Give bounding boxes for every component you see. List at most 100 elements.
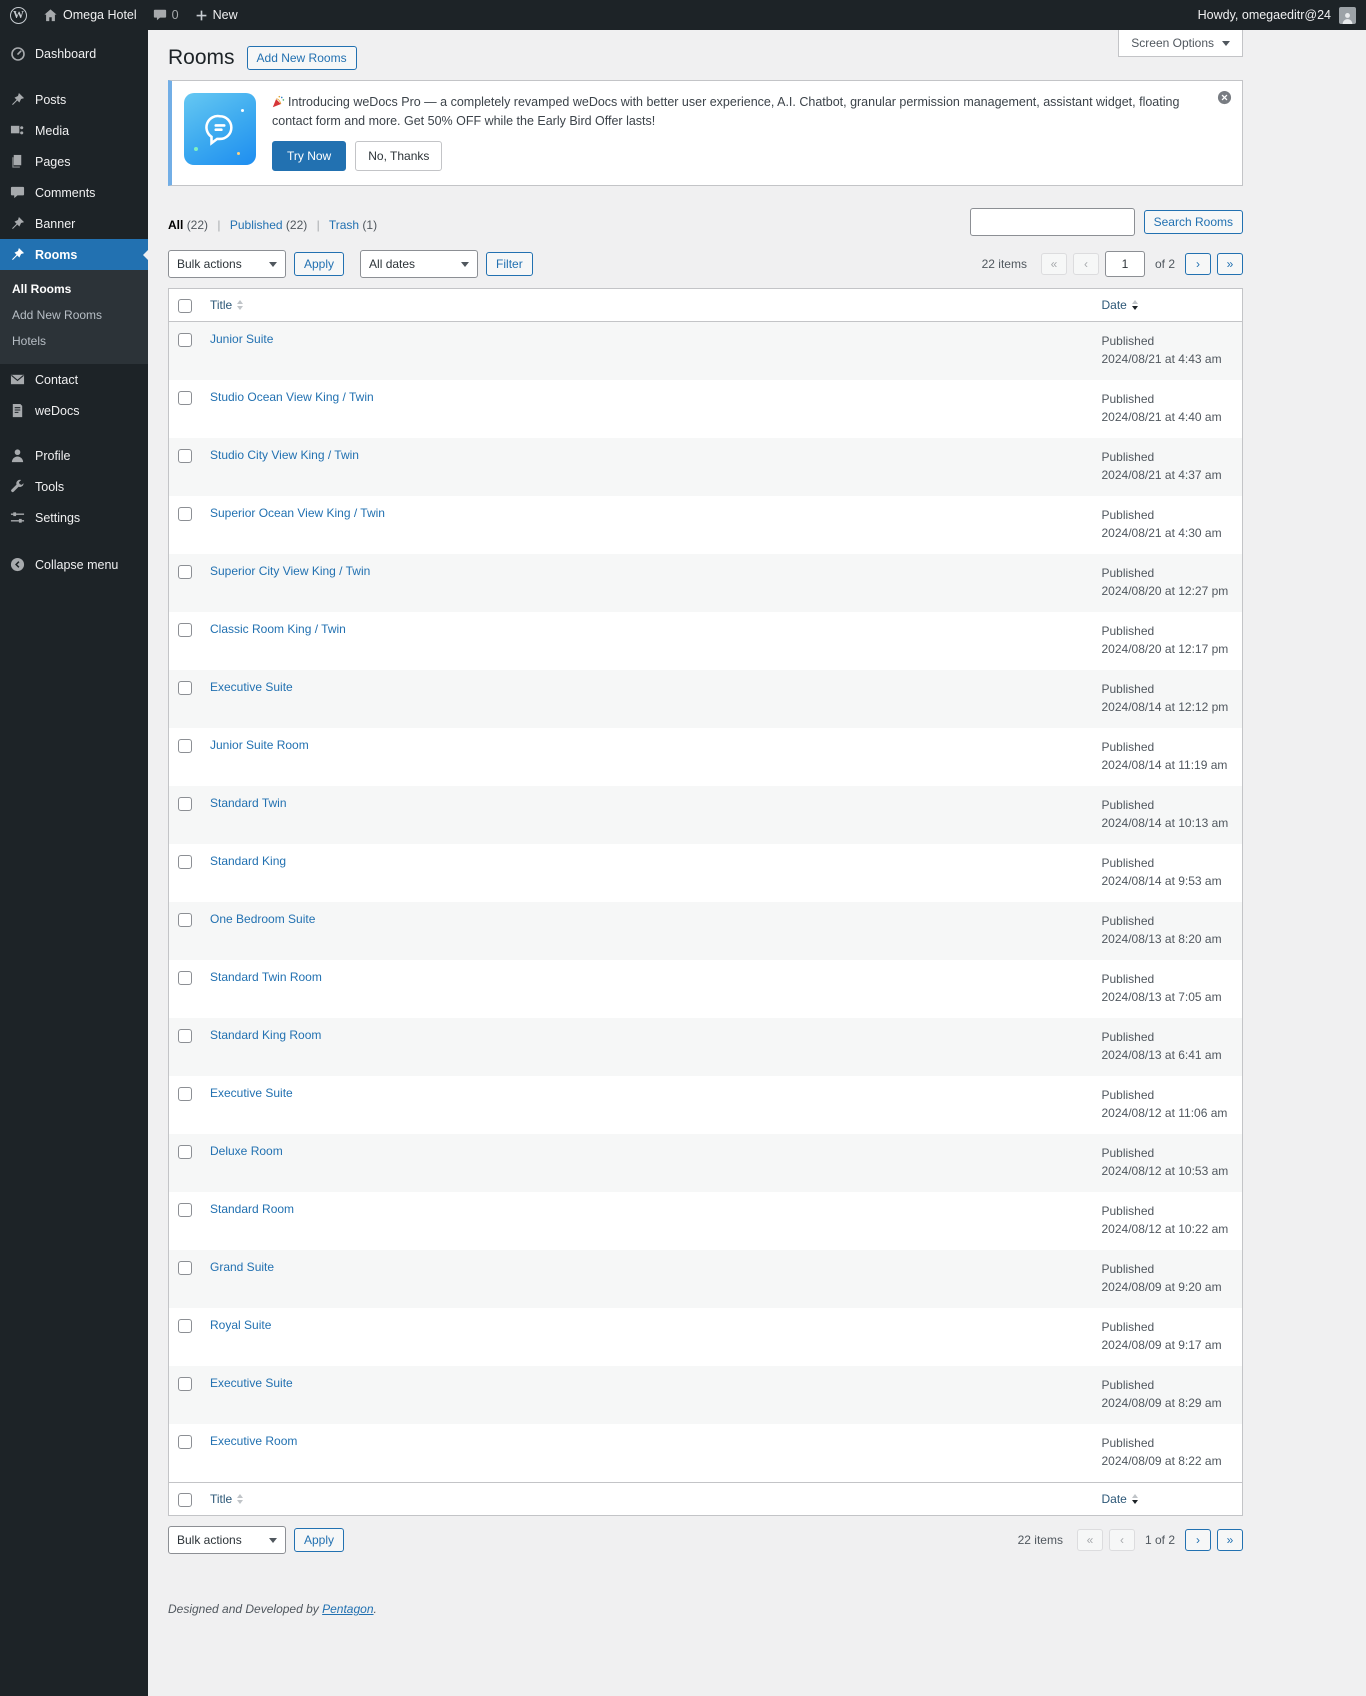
dates-filter-select[interactable]: All dates [360, 250, 479, 279]
row-status: Published [1101, 1320, 1155, 1335]
next-page-button[interactable]: › [1185, 253, 1211, 276]
sidebar-item-posts[interactable]: Posts [0, 84, 148, 115]
filter-all-link[interactable]: All [168, 218, 183, 232]
room-title-link[interactable]: Deluxe Room [210, 1144, 283, 1158]
select-all-checkbox[interactable] [178, 298, 192, 313]
row-checkbox[interactable] [178, 797, 192, 812]
row-checkbox[interactable] [178, 507, 192, 522]
room-title-link[interactable]: Grand Suite [210, 1260, 274, 1274]
sidebar-item-tools[interactable]: Tools [0, 471, 148, 502]
filter-all-count: (22) [186, 218, 209, 233]
pentagon-link[interactable]: Pentagon [322, 1602, 373, 1616]
sidebar-item-settings[interactable]: Settings [0, 502, 148, 533]
room-title-link[interactable]: Royal Suite [210, 1318, 271, 1332]
room-title-link[interactable]: Executive Suite [210, 1376, 293, 1390]
row-checkbox[interactable] [178, 681, 192, 696]
filter-trash-link[interactable]: Trash [329, 218, 359, 232]
row-checkbox[interactable] [178, 565, 192, 580]
row-checkbox[interactable] [178, 1377, 192, 1392]
collapse-menu-button[interactable]: Collapse menu [0, 549, 148, 580]
room-title-link[interactable]: Executive Suite [210, 1086, 293, 1100]
submenu-item-hotels[interactable]: Hotels [0, 328, 148, 354]
add-new-rooms-button[interactable]: Add New Rooms [246, 46, 357, 70]
room-title-link[interactable]: One Bedroom Suite [210, 912, 315, 926]
wordpress-logo-icon[interactable]: W [10, 6, 27, 24]
row-checkbox[interactable] [178, 1145, 192, 1160]
room-title-link[interactable]: Superior Ocean View King / Twin [210, 506, 385, 520]
tablenav-top: Bulk actions Apply All dates Filter 22 i… [168, 250, 1243, 279]
adminbar-new-button[interactable]: New [195, 8, 238, 22]
row-checkbox[interactable] [178, 913, 192, 928]
select-all-checkbox[interactable] [178, 1492, 192, 1507]
no-thanks-button[interactable]: No, Thanks [355, 140, 443, 172]
sidebar-item-dashboard[interactable]: Dashboard [0, 38, 148, 70]
room-title-link[interactable]: Standard Twin [210, 796, 287, 810]
avatar[interactable] [1339, 6, 1356, 24]
adminbar-howdy[interactable]: Howdy, omegaeditr@24 [1198, 8, 1331, 22]
column-footer-title[interactable]: Title [201, 1482, 1093, 1516]
sidebar-item-media[interactable]: Media [0, 115, 148, 146]
column-header-date[interactable]: Date [1092, 288, 1243, 323]
search-input[interactable] [969, 208, 1135, 237]
room-title-link[interactable]: Junior Suite Room [210, 738, 309, 752]
sidebar-item-contact[interactable]: Contact [0, 364, 148, 395]
bulk-actions-select-bottom[interactable]: Bulk actions [168, 1526, 286, 1555]
submenu-item-add-new-rooms[interactable]: Add New Rooms [0, 302, 148, 328]
room-title-link[interactable]: Studio City View King / Twin [210, 448, 359, 462]
room-title-link[interactable]: Standard King Room [210, 1028, 321, 1042]
row-checkbox[interactable] [178, 1087, 192, 1102]
status-filter-links: All (22) | Published (22) | Trash (1) [168, 218, 378, 233]
room-title-link[interactable]: Standard Room [210, 1202, 294, 1216]
bulk-actions-select[interactable]: Bulk actions [168, 250, 286, 279]
try-now-button[interactable]: Try Now [272, 140, 347, 172]
adminbar-site-link[interactable]: Omega Hotel [43, 8, 137, 23]
room-title-link[interactable]: Junior Suite [210, 332, 273, 346]
sidebar-item-wedocs[interactable]: weDocs [0, 395, 148, 426]
row-checkbox[interactable] [178, 449, 192, 464]
row-checkbox[interactable] [178, 1261, 192, 1276]
envelope-icon [9, 372, 26, 387]
next-page-button[interactable]: › [1185, 1529, 1211, 1552]
sidebar-item-label: Profile [35, 448, 71, 463]
column-footer-date[interactable]: Date [1092, 1482, 1243, 1516]
row-checkbox[interactable] [178, 391, 192, 406]
sidebar-item-banner[interactable]: Banner [0, 208, 148, 239]
row-checkbox[interactable] [178, 971, 192, 986]
row-checkbox[interactable] [178, 1203, 192, 1218]
search-rooms-button[interactable]: Search Rooms [1143, 210, 1243, 235]
last-page-button[interactable]: » [1217, 1529, 1243, 1552]
room-title-link[interactable]: Executive Suite [210, 680, 293, 694]
filter-button[interactable]: Filter [486, 252, 533, 277]
screen-options-button[interactable]: Screen Options [1118, 30, 1243, 57]
apply-button-bottom[interactable]: Apply [294, 1528, 345, 1553]
filter-published-link[interactable]: Published [230, 218, 283, 232]
sidebar-item-profile[interactable]: Profile [0, 440, 148, 471]
room-title-link[interactable]: Executive Room [210, 1434, 297, 1448]
room-title-link[interactable]: Superior City View King / Twin [210, 564, 370, 578]
sidebar-item-pages[interactable]: Pages [0, 146, 148, 177]
row-checkbox[interactable] [178, 333, 192, 348]
room-title-link[interactable]: Classic Room King / Twin [210, 622, 346, 636]
column-header-title[interactable]: Title [201, 288, 1093, 323]
apply-button[interactable]: Apply [294, 252, 345, 277]
room-title-link[interactable]: Standard Twin Room [210, 970, 322, 984]
row-checkbox[interactable] [178, 623, 192, 638]
sidebar-item-rooms[interactable]: Rooms [0, 239, 148, 270]
submenu-item-all-rooms[interactable]: All Rooms [0, 276, 148, 302]
items-count: 22 items [1017, 1533, 1063, 1548]
sidebar-item-comments[interactable]: Comments [0, 177, 148, 208]
admin-bar: W Omega Hotel 0 New Howdy, omegaeditr@24 [0, 0, 1366, 30]
row-checkbox[interactable] [178, 855, 192, 870]
row-checkbox[interactable] [178, 1319, 192, 1334]
room-title-link[interactable]: Studio Ocean View King / Twin [210, 390, 374, 404]
row-checkbox[interactable] [178, 1435, 192, 1450]
adminbar-comments[interactable]: 0 [153, 8, 179, 22]
room-title-link[interactable]: Standard King [210, 854, 286, 868]
document-icon [9, 403, 26, 418]
dismiss-circle-x-icon[interactable] [1217, 90, 1232, 105]
last-page-button[interactable]: » [1217, 253, 1243, 276]
row-checkbox[interactable] [178, 1029, 192, 1044]
row-checkbox[interactable] [178, 739, 192, 754]
sidebar-item-label: Settings [35, 510, 81, 525]
current-page-input[interactable] [1104, 251, 1145, 278]
